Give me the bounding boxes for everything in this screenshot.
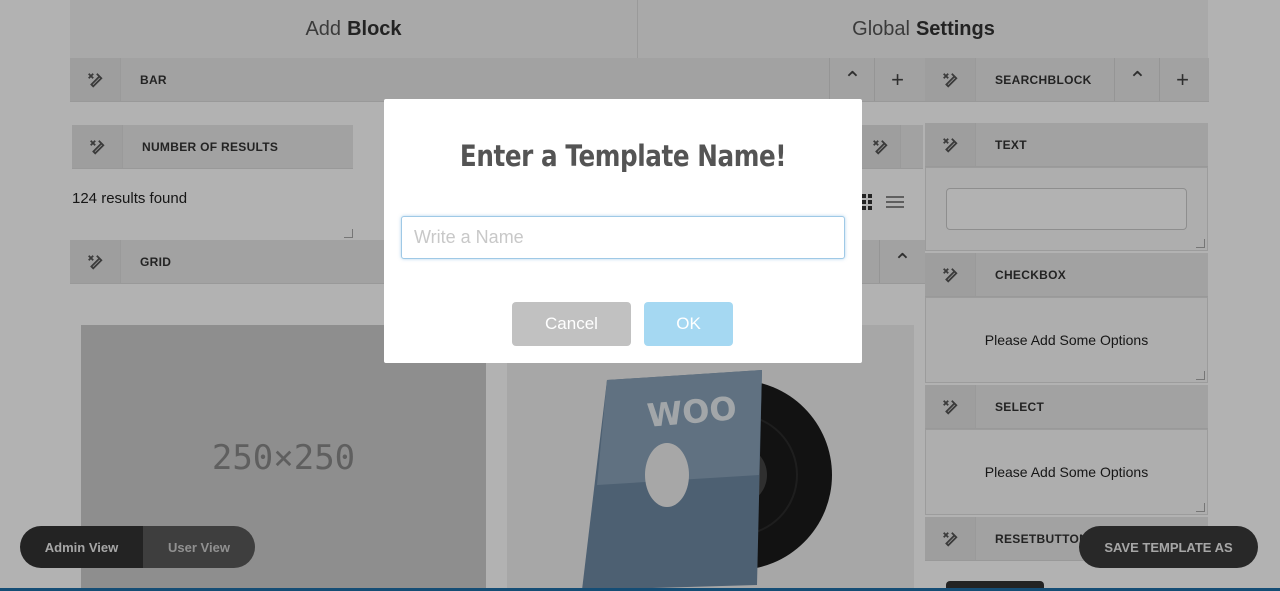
- dialog-title: Enter a Template Name!: [459, 139, 787, 173]
- cancel-button[interactable]: Cancel: [512, 302, 631, 346]
- ok-button[interactable]: OK: [644, 302, 733, 346]
- template-name-input[interactable]: [401, 216, 845, 259]
- template-name-dialog: Enter a Template Name! Cancel OK: [384, 99, 862, 363]
